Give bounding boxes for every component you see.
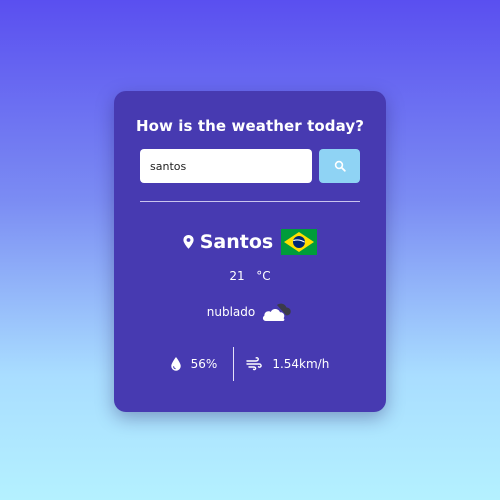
cloud-icon	[263, 303, 291, 321]
humidity-stat: 56%	[170, 357, 218, 371]
weather-description-row: nublado	[114, 301, 386, 323]
weather-stats: 56% 1.54km/h	[114, 347, 386, 381]
stats-divider	[233, 347, 235, 381]
humidity-value: 56%	[190, 357, 218, 371]
search-button[interactable]	[319, 149, 360, 183]
wind-icon	[246, 357, 263, 371]
map-pin-icon	[183, 235, 194, 249]
divider	[140, 201, 360, 202]
wind-stat: 1.54km/h	[246, 357, 329, 371]
weather-card: How is the weather today? Santos 21 °C n	[114, 91, 386, 412]
location-row: Santos	[114, 229, 386, 255]
search-input[interactable]	[140, 149, 312, 183]
search-icon	[334, 160, 346, 172]
wind-speed-value: 1.54km/h	[272, 357, 330, 371]
brazil-flag-icon	[281, 229, 318, 255]
page-title: How is the weather today?	[135, 117, 365, 135]
city-name: Santos	[199, 231, 274, 253]
temperature: 21 °C	[114, 269, 386, 283]
weather-description: nublado	[206, 305, 256, 319]
temperature-value: 21	[229, 269, 245, 283]
search-bar	[140, 149, 360, 183]
temperature-unit: °C	[256, 269, 271, 283]
water-drop-icon	[170, 357, 181, 371]
